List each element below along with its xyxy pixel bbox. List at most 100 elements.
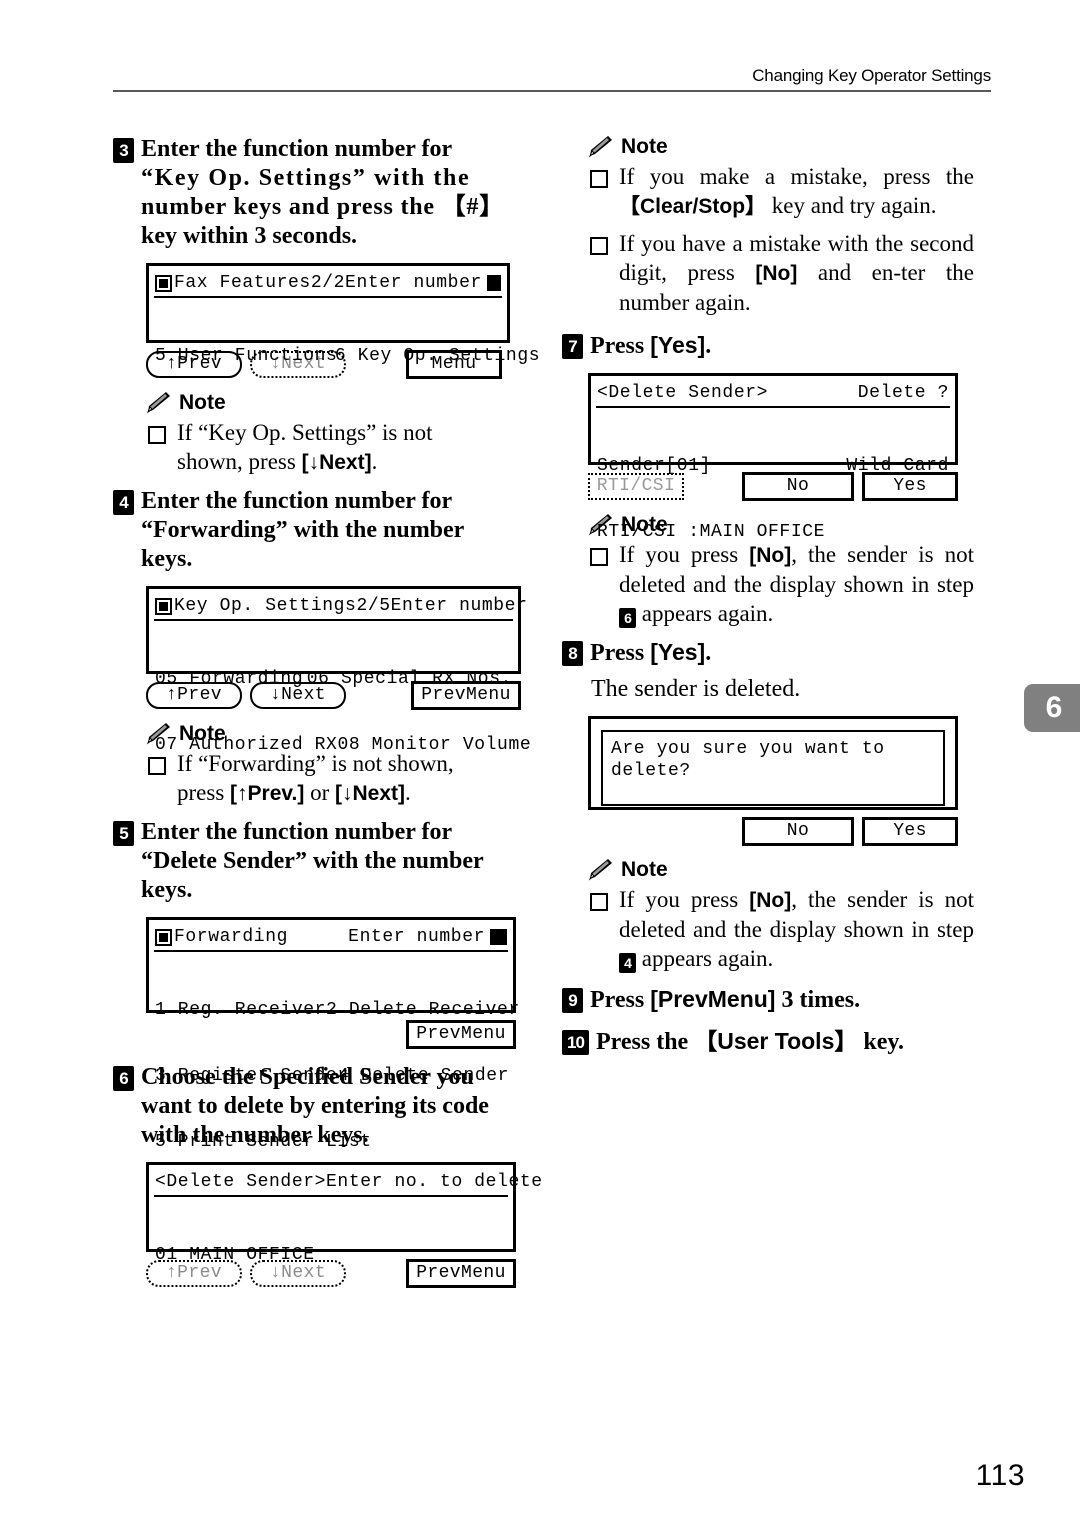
lcd-figure-delete-confirm: Are you sure you want to delete? No Yes bbox=[588, 716, 974, 846]
step-3: 3 Enter the function number for “Key Op.… bbox=[113, 135, 523, 251]
lcd3-body: 1 Reg. Receiver 2 Delete Receiver 3 Regi… bbox=[154, 952, 519, 1197]
lcd-screen-key-op-settings: Key Op. Settings 2/5 Enter number 05 For… bbox=[146, 586, 531, 755]
step-10-key-user-tools: 【User Tools】 bbox=[694, 1028, 858, 1054]
step-4-line-3: keys. bbox=[141, 546, 193, 572]
lcd3-row-2: 3 Register Sender 4 Delete Sender bbox=[155, 1065, 510, 1087]
note-mistake: Note If you make a mistake, press the 【C… bbox=[588, 135, 974, 317]
step-5-line-1: Enter the function number for bbox=[141, 819, 453, 845]
note-5-label: Note bbox=[621, 858, 668, 881]
lcd3-title-row: Forwarding Enter number bbox=[154, 926, 508, 952]
note-3-label: Note bbox=[621, 135, 668, 158]
note-press-no-step4: Note If you press [No], the sender is no… bbox=[588, 858, 974, 973]
note-5-pre: If you press bbox=[619, 887, 750, 912]
step-8-pre: Press bbox=[590, 640, 651, 666]
step-3-line-4: key within 3 seconds. bbox=[141, 223, 358, 249]
note-3-item-1-pre: If you make a mistake, press the bbox=[619, 164, 974, 189]
note-4-step-badge: 6 bbox=[619, 608, 636, 628]
step-9-key-prevmenu: [PrevMenu] bbox=[650, 986, 776, 1012]
note-4-post: appears again. bbox=[636, 601, 774, 626]
lcd5-title-right: Delete ? bbox=[857, 383, 949, 403]
lcd1-title-row: Fax Features 2/2 Enter number bbox=[154, 272, 502, 298]
lcd3-item-delete-sender: 4 Delete Sender bbox=[338, 1066, 510, 1086]
lcd3-title-left: Forwarding bbox=[174, 927, 289, 947]
lcd4-title-row: <Delete Sender> Enter no. to delete bbox=[154, 1171, 542, 1197]
lcd-figure-delete-sender-confirm: <Delete Sender> Delete ? Sender[01] Wild… bbox=[588, 373, 974, 542]
note-5-post: appears again. bbox=[636, 946, 774, 971]
note-1-line-2-post: . bbox=[371, 449, 378, 474]
lcd3-row-3: 5 Print Sender List bbox=[155, 1131, 507, 1153]
menu-marker-icon bbox=[155, 274, 172, 292]
step-8: 8 Press [Yes]. bbox=[562, 638, 974, 668]
lcd5-body: Sender[01] Wild Card RTI/CSI :MAIN OFFIC… bbox=[596, 408, 950, 587]
step-3-text: Enter the function number for “Key Op. S… bbox=[141, 135, 523, 251]
lcd2-item-authorized-rx: 07 Authorized RX bbox=[155, 735, 338, 755]
menu-marker-icon bbox=[155, 597, 172, 615]
step-6-badge: 6 bbox=[113, 1066, 134, 1091]
lcd2-item-special-rx-nos: 06 Special RX Nos. bbox=[306, 669, 512, 689]
lcd2-item-forwarding: 05 Forwarding bbox=[155, 669, 304, 689]
lcd1-row-1: 5 User Functions 6 Key Op. Settings bbox=[155, 345, 540, 367]
note-3-text-1: If you make a mistake, press the 【Clear/… bbox=[619, 162, 974, 221]
lcd6-buttons: No Yes bbox=[588, 817, 958, 846]
lcd-screen-fax-features: Fax Features 2/2 Enter number 5 User Fun… bbox=[146, 263, 540, 366]
step-7: 7 Press [Yes]. bbox=[562, 331, 974, 361]
step-8-post: . bbox=[705, 640, 712, 666]
lcd6-yes-button[interactable]: Yes bbox=[862, 817, 958, 846]
lcd5-title-row: <Delete Sender> Delete ? bbox=[596, 382, 950, 408]
note-bullet-icon bbox=[590, 237, 608, 255]
note-1-text: If “Key Op. Settings” is not shown, pres… bbox=[177, 418, 523, 477]
lcd3-item-print-sender-list: 5 Print Sender List bbox=[155, 1132, 372, 1152]
step-9-post: 3 times. bbox=[775, 987, 861, 1013]
step-5: 5 Enter the function number for “Delete … bbox=[113, 818, 523, 905]
step-3-badge: 3 bbox=[113, 138, 134, 163]
lcd6-no-button[interactable]: No bbox=[742, 817, 854, 846]
lcd2-title-row: Key Op. Settings 2/5 Enter number bbox=[154, 595, 527, 621]
step-7-post: . bbox=[705, 333, 712, 359]
lcd2-title-left: Key Op. Settings bbox=[174, 596, 357, 616]
lcd-figure-fax-features: Fax Features 2/2 Enter number 5 User Fun… bbox=[146, 263, 540, 379]
lcd-screen-delete-sender-confirm: <Delete Sender> Delete ? Sender[01] Wild… bbox=[588, 373, 958, 542]
page-header-title: Changing Key Operator Settings bbox=[752, 66, 991, 85]
lcd-figure-delete-sender-list: <Delete Sender> Enter no. to delete 01 M… bbox=[146, 1162, 542, 1288]
note-3-text-2: If you have a mistake with the second di… bbox=[619, 229, 974, 317]
lcd3-item-reg-receiver: 1 Reg. Receiver bbox=[155, 1000, 327, 1020]
step-3-line-3: number keys and press the 【#】 bbox=[141, 194, 505, 220]
step-7-badge: 7 bbox=[562, 334, 583, 359]
lcd6-message: Are you sure you want to delete? bbox=[611, 739, 885, 781]
note-3-item-2: If you have a mistake with the second di… bbox=[588, 229, 974, 317]
lcd5-rti-csi-value: RTI/CSI :MAIN OFFICE bbox=[597, 522, 826, 542]
step-9-badge: 9 bbox=[562, 988, 583, 1013]
step-9-pre: Press bbox=[590, 987, 651, 1013]
step-8-badge: 8 bbox=[562, 641, 583, 666]
lcd1-page-indicator: 2/2 bbox=[310, 273, 346, 293]
header-divider bbox=[113, 90, 991, 92]
right-column: Note If you make a mistake, press the 【C… bbox=[562, 135, 974, 1059]
lcd5-row-2: RTI/CSI :MAIN OFFICE bbox=[597, 521, 949, 543]
text-cursor-icon bbox=[486, 275, 501, 291]
note-5-text: If you press [No], the sender is not del… bbox=[619, 885, 974, 973]
step-5-line-3: keys. bbox=[141, 877, 193, 903]
step-5-text: Enter the function number for “Delete Se… bbox=[141, 818, 523, 905]
text-cursor-icon bbox=[490, 929, 507, 945]
step-4-badge: 4 bbox=[113, 490, 134, 515]
lcd-screen-forwarding: Forwarding Enter number 1 Reg. Receiver … bbox=[146, 917, 519, 1152]
lcd-screen-delete-confirm: Are you sure you want to delete? bbox=[588, 716, 958, 810]
lcd-figure-key-op-settings: Key Op. Settings 2/5 Enter number 05 For… bbox=[146, 586, 531, 755]
note-bullet-icon bbox=[148, 426, 166, 444]
step-4-text: Enter the function number for “Forwardin… bbox=[141, 487, 523, 574]
note-3-item-1: If you make a mistake, press the 【Clear/… bbox=[588, 162, 974, 221]
lcd3-title-right: Enter number bbox=[348, 927, 485, 947]
step-4: 4 Enter the function number for “Forward… bbox=[113, 487, 523, 574]
lcd-figure-forwarding: Forwarding Enter number 1 Reg. Receiver … bbox=[146, 917, 523, 1152]
step-8-text: Press [Yes]. bbox=[590, 638, 974, 668]
step-3-line-2: “Key Op. Settings” with the bbox=[141, 165, 471, 191]
note-5-heading: Note bbox=[588, 858, 974, 882]
note-3-key-clear-stop: 【Clear/Stop】 bbox=[619, 195, 767, 218]
lcd3-row-1: 1 Reg. Receiver 2 Delete Receiver bbox=[155, 999, 519, 1021]
menu-marker-icon bbox=[155, 928, 172, 946]
lcd2-item-monitor-volume: 08 Monitor Volume bbox=[337, 735, 532, 755]
lcd2-title-right: Enter number bbox=[390, 596, 528, 616]
lcd3-item-register-sender: 3 Register Sender bbox=[155, 1066, 349, 1086]
step-4-line-1: Enter the function number for bbox=[141, 488, 453, 514]
note-1-line-1: If “Key Op. Settings” is not bbox=[177, 420, 433, 445]
